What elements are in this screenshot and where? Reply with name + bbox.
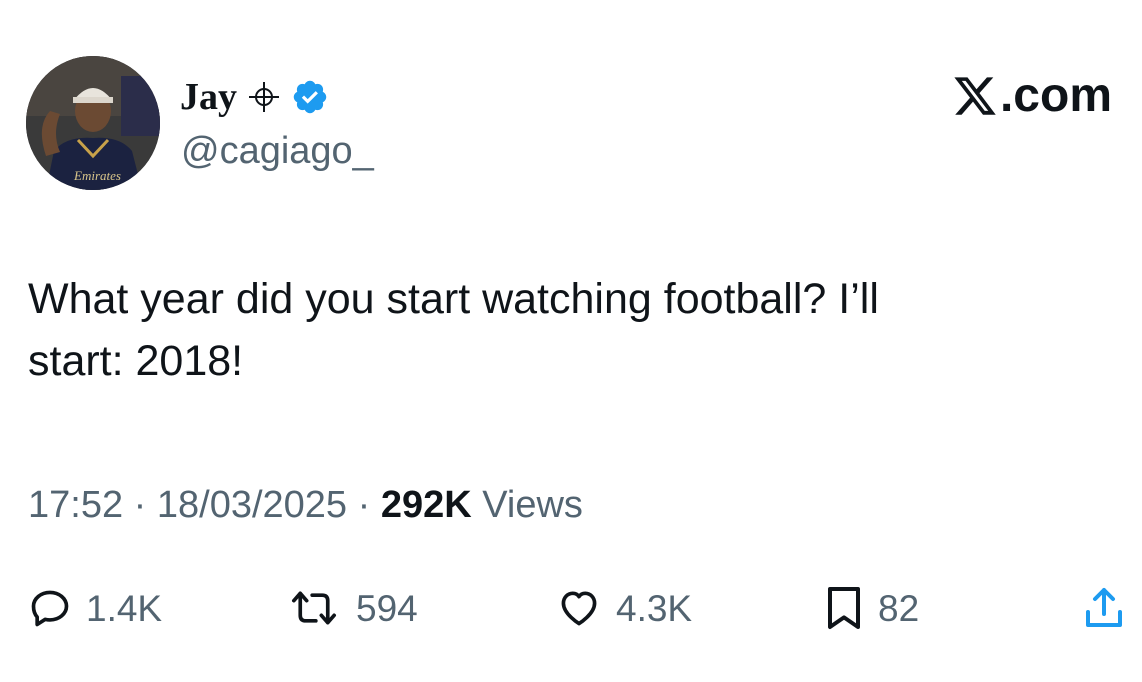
meta-separator: · [133,484,147,526]
meta-separator: · [357,484,371,526]
bookmark-count: 82 [878,587,920,629]
reply-count: 1.4K [86,587,163,629]
tweet-date[interactable]: 18/03/2025 [157,484,347,526]
bookmark-button[interactable]: 82 [824,580,919,636]
avatar[interactable]: Emirates [26,56,160,190]
like-button[interactable]: 4.3K [556,580,692,636]
share-icon [1082,584,1126,632]
brand-label: .com [999,69,1112,122]
repost-icon [286,586,342,630]
profile-photo: Emirates [26,56,160,190]
x-logo-icon [952,73,998,119]
brand-watermark: .com [952,72,1112,120]
repost-button[interactable]: 594 [286,580,418,636]
tweet-text-line: What year did you start watching footbal… [28,275,879,323]
tweet-text-line: start: 2018! [28,337,244,385]
views-count: 292K [380,484,472,526]
author-handle[interactable]: @cagiago_ [181,132,374,170]
reply-button[interactable]: 1.4K [28,580,162,636]
share-button[interactable] [1082,580,1126,636]
author-name-row: Jay [180,74,329,120]
author-display-name[interactable]: Jay [180,78,237,116]
like-count: 4.3K [616,587,693,629]
views-label: Views [482,484,583,526]
bookmark-icon [824,584,864,632]
crosshair-icon [247,80,281,114]
tweet-time[interactable]: 17:52 [28,484,123,526]
heart-icon [556,586,602,630]
repost-count: 594 [356,587,418,629]
svg-text:Emirates: Emirates [73,168,121,183]
verified-badge-icon[interactable] [291,78,329,116]
tweet-text: What year did you start watching footbal… [28,268,1118,392]
tweet-meta: 17:52 · 18/03/2025 · 292K Views [28,481,583,529]
reply-icon [28,586,72,630]
tweet-actions: 1.4K 594 4.3K 82 [0,580,1142,636]
